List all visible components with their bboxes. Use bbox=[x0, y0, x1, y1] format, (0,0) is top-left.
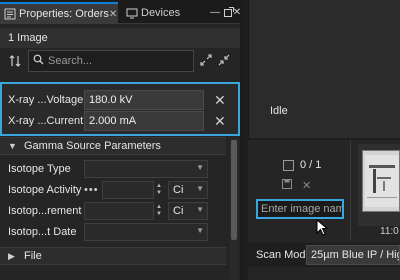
image-counter: 0 / 1 bbox=[283, 159, 321, 171]
expand-all-icon[interactable] bbox=[198, 52, 214, 68]
property-label: Isotope Type bbox=[8, 163, 71, 175]
image-name-input[interactable] bbox=[261, 203, 343, 215]
save-icon[interactable] bbox=[282, 179, 292, 192]
tab-bar: Properties: Orders ✕ Devices — ✕ bbox=[0, 0, 241, 24]
property-label: Isotop...rement bbox=[8, 205, 82, 217]
chevron-right-icon: ▶ bbox=[8, 250, 15, 261]
collapse-all-icon[interactable] bbox=[216, 52, 232, 68]
spinner-icon[interactable]: ▲ ▼ bbox=[155, 202, 163, 220]
section-title: Gamma Source Parameters bbox=[24, 140, 161, 152]
minimize-icon[interactable]: — bbox=[208, 4, 222, 20]
properties-panel: Properties: Orders ✕ Devices — ✕ 1 Image bbox=[0, 0, 241, 280]
device-status-panel bbox=[248, 0, 400, 138]
image-count: 0 / 1 bbox=[300, 159, 322, 171]
properties-scrollbar[interactable] bbox=[230, 138, 238, 280]
image-actions: ✕ bbox=[282, 179, 311, 192]
tab-properties-orders[interactable]: Properties: Orders ✕ bbox=[0, 2, 118, 24]
isotope-type-dropdown[interactable]: ▼ bbox=[84, 160, 208, 178]
scan-mode-value: 25µm Blue IP / High F bbox=[311, 249, 399, 261]
highlighted-properties: X-ray ...Voltage 180.0 kV ✕ X-ray ...Cur… bbox=[0, 82, 240, 136]
tab-devices[interactable]: Devices bbox=[122, 2, 206, 24]
search-icon bbox=[33, 54, 44, 68]
property-row-xray-voltage: X-ray ...Voltage 180.0 kV ✕ bbox=[8, 90, 226, 110]
search-input[interactable] bbox=[48, 55, 178, 67]
property-row-isotope-measurement: Isotop...rement ▲ ▼ Ci ▼ bbox=[0, 201, 226, 221]
scan-mode-dropdown[interactable]: 25µm Blue IP / High F bbox=[306, 245, 400, 265]
device-status: Idle bbox=[270, 105, 288, 117]
spinner-icon[interactable]: ▲ ▼ bbox=[155, 181, 163, 199]
chevron-down-icon: ▼ bbox=[196, 163, 204, 172]
selection-count-bar: 1 Image bbox=[0, 28, 240, 48]
close-icon[interactable]: ✕ bbox=[109, 9, 117, 20]
sort-icon[interactable] bbox=[4, 51, 26, 71]
delete-icon[interactable]: ✕ bbox=[302, 179, 311, 192]
property-label: Isotop...t Date bbox=[8, 226, 77, 238]
property-row-isotope-type: Isotope Type ▼ bbox=[0, 159, 226, 179]
section-file[interactable]: ▶ File bbox=[0, 247, 226, 265]
clear-icon[interactable]: ✕ bbox=[214, 92, 226, 109]
property-toolbar bbox=[0, 49, 240, 73]
property-row-isotope-date: Isotop...t Date ▼ bbox=[0, 222, 226, 242]
isotope-activity-unit-dropdown[interactable]: Ci ▼ bbox=[168, 181, 208, 199]
property-row-isotope-activity: Isotope Activity ••• ▲ ▼ Ci ▼ bbox=[0, 180, 226, 200]
clear-icon[interactable]: ✕ bbox=[214, 113, 226, 130]
chevron-down-icon: ▼ bbox=[8, 141, 17, 151]
chevron-down-icon: ▼ bbox=[196, 205, 204, 214]
xray-voltage-field[interactable]: 180.0 kV bbox=[84, 90, 204, 110]
properties-icon bbox=[4, 8, 16, 20]
divider bbox=[350, 140, 351, 240]
more-options-icon[interactable]: ••• bbox=[84, 184, 99, 196]
isotope-measurement-field[interactable] bbox=[84, 202, 154, 220]
chevron-down-icon: ▼ bbox=[196, 226, 204, 235]
xray-current-field[interactable]: 2.000 mA bbox=[84, 111, 204, 131]
isotope-date-dropdown[interactable]: ▼ bbox=[84, 223, 208, 241]
property-label: X-ray ...Current bbox=[8, 115, 84, 127]
property-row-xray-current: X-ray ...Current 2.000 mA ✕ bbox=[8, 111, 226, 131]
property-label: X-ray ...Voltage bbox=[8, 94, 84, 106]
image-name-box[interactable] bbox=[256, 199, 344, 219]
search-box[interactable] bbox=[28, 50, 194, 72]
tab-label: Properties: Orders bbox=[19, 8, 109, 20]
property-label: Isotope Activity bbox=[8, 184, 82, 196]
image-thumbnail[interactable] bbox=[362, 150, 400, 212]
unit-value: Ci bbox=[173, 205, 184, 217]
section-gamma-source[interactable]: ▼ Gamma Source Parameters bbox=[0, 137, 226, 155]
isotope-measurement-unit-dropdown[interactable]: Ci ▼ bbox=[168, 202, 208, 220]
select-all-checkbox[interactable] bbox=[283, 159, 294, 171]
isotope-activity-field[interactable] bbox=[102, 181, 154, 199]
mouse-cursor-icon bbox=[316, 219, 329, 236]
selection-count: 1 Image bbox=[8, 32, 48, 44]
section-title: File bbox=[24, 250, 42, 262]
unit-value: Ci bbox=[173, 184, 184, 196]
thumbnail-timestamp: 11:0 bbox=[380, 226, 399, 237]
chevron-down-icon: ▼ bbox=[196, 184, 204, 193]
scrollbar-thumb[interactable] bbox=[231, 140, 237, 240]
devices-icon bbox=[126, 7, 138, 19]
tab-label: Devices bbox=[141, 7, 181, 19]
